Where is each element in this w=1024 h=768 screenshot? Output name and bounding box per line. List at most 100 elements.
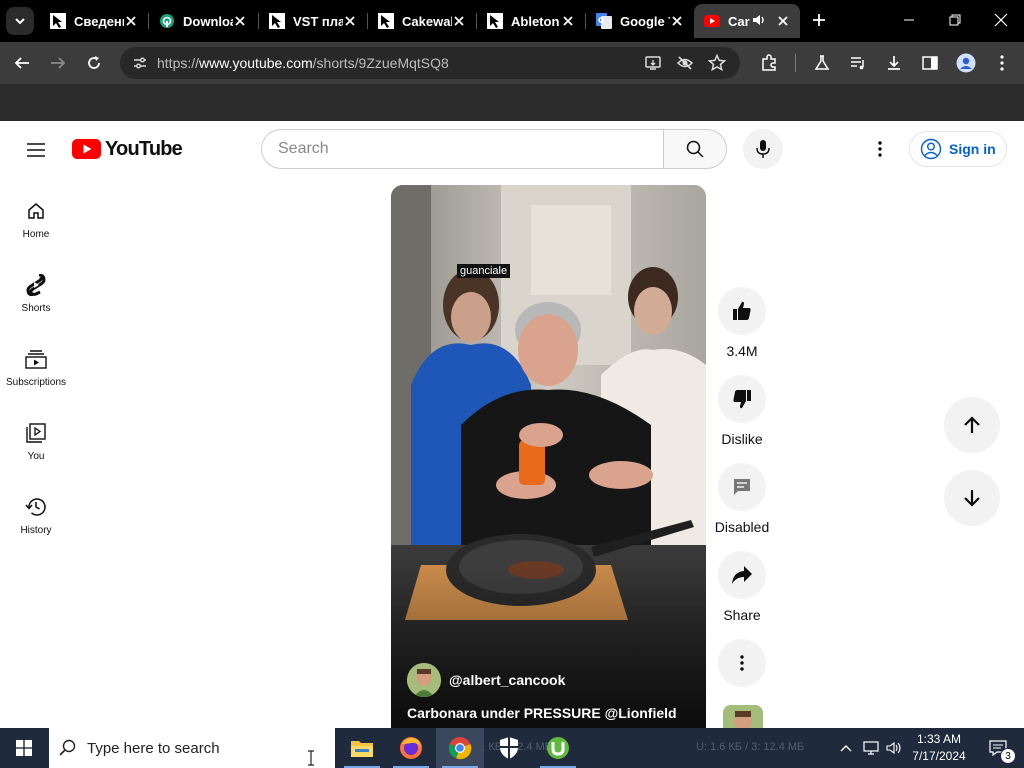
browser-tab[interactable]: Cakewalk [368,4,476,38]
close-tab-icon[interactable] [122,12,140,30]
like-circle[interactable] [718,287,766,335]
back-button[interactable] [8,49,36,77]
like-button[interactable]: 3.4M [706,287,778,359]
browser-tab[interactable]: G Google Translate [586,4,694,38]
taskbar-app-firefox[interactable] [387,728,435,768]
close-tab-icon[interactable] [668,12,686,30]
browser-menu-button[interactable] [988,49,1016,77]
labs-button[interactable] [808,49,836,77]
more-vertical-icon [740,655,744,671]
comments-button[interactable]: Disabled [706,463,778,535]
youtube-icon [704,13,720,29]
folder-icon [351,741,373,757]
search-button[interactable] [663,129,727,169]
restore-button[interactable] [932,0,978,40]
tab-title: Сведения [74,13,124,29]
arrow-left-icon [14,57,29,69]
site-settings-icon[interactable] [128,51,152,75]
tab-search-button[interactable] [6,7,34,35]
channel-handle[interactable]: @albert_cancook [449,672,565,688]
comments-label: Disabled [714,519,770,535]
next-short-button[interactable] [944,470,1000,526]
tracking-blocked-icon[interactable] [673,51,697,75]
windows-taskbar: Type here to search 7.1 КБ / 12.4 МБ U: … [0,728,1024,768]
notification-count-badge: 3 [1000,748,1016,764]
utorrent-icon [547,737,569,759]
sign-in-label: Sign in [949,141,996,157]
more-actions-circle[interactable] [718,639,766,687]
browser-tab[interactable]: Сведения [40,4,148,38]
guide-label: Shorts [21,303,51,314]
system-clock[interactable]: 1:33 AM 7/17/2024 [906,731,972,765]
action-center-button[interactable]: 3 [978,728,1018,768]
dislike-circle[interactable] [718,375,766,423]
more-actions-button[interactable] [706,639,778,687]
media-control-button[interactable] [844,49,872,77]
volume-button[interactable] [884,728,906,768]
clock-date: 7/17/2024 [912,749,966,763]
install-app-icon[interactable] [641,51,665,75]
address-bar[interactable]: https://www.youtube.com/shorts/9ZzueMqtS… [120,47,740,79]
browser-tab-active[interactable]: Carbonara [694,4,800,38]
guide-item-history[interactable]: History [0,481,72,555]
cursor-arrow-icon [378,13,394,29]
new-tab-button[interactable] [808,9,830,31]
youtube-logo[interactable]: YouTube [72,137,183,161]
bookmark-star-icon[interactable] [705,51,729,75]
close-tab-icon[interactable] [231,12,249,30]
taskbar-app-utorrent[interactable] [534,728,582,768]
sound-source-avatar[interactable] [723,705,763,728]
start-button[interactable] [0,728,48,768]
close-tab-icon[interactable] [774,12,792,30]
taskbar-search-box[interactable]: Type here to search [49,728,335,768]
speaker-icon[interactable] [752,13,766,30]
taskbar-app-security[interactable] [485,728,533,768]
search-input[interactable] [262,130,663,168]
restore-icon [949,14,961,26]
voice-search-button[interactable] [743,129,783,169]
downloads-button[interactable] [880,49,908,77]
profile-button[interactable] [952,49,980,77]
sign-in-button[interactable]: Sign in [909,131,1007,167]
close-tab-icon[interactable] [341,12,359,30]
minimize-button[interactable] [886,0,932,40]
shorts-video-player[interactable]: guanciale @albert_cancook Carbonara unde… [391,185,706,728]
youtube-logo-text: YouTube [105,137,183,160]
side-panel-button[interactable] [916,49,944,77]
channel-avatar[interactable] [407,663,441,697]
download-site-icon [159,13,175,29]
browser-tab[interactable]: Ableton [477,4,585,38]
browser-tab[interactable]: VST плагины [259,4,367,38]
thumbs-up-icon [733,301,751,320]
browser-tab[interactable]: Downloads [149,4,257,38]
guide-item-you[interactable]: You [0,407,72,481]
svg-text:G: G [598,16,605,25]
channel-info[interactable]: @albert_cancook [407,663,565,697]
tab-title: Ableton [511,13,560,29]
close-tab-icon[interactable] [450,12,468,30]
comments-circle[interactable] [718,463,766,511]
reload-button[interactable] [80,49,108,77]
settings-menu-button[interactable] [866,137,894,161]
taskbar-app-file-explorer[interactable] [338,728,386,768]
taskbar-app-chrome[interactable] [436,728,484,768]
previous-short-button[interactable] [944,397,1000,453]
video-title[interactable]: Carbonara under PRESSURE @Lionfield [407,705,677,721]
close-tab-icon[interactable] [559,12,577,30]
youtube-page: YouTube Sign in Home Shorts Subscription… [0,121,1024,728]
guide-menu-button[interactable] [24,138,48,162]
search-icon [686,140,704,158]
extensions-button[interactable] [755,49,783,77]
guide-item-shorts[interactable]: Shorts [0,259,72,333]
close-window-button[interactable] [978,0,1024,40]
guide-item-subscriptions[interactable]: Subscriptions [0,333,72,407]
close-icon [994,13,1008,27]
dislike-button[interactable]: Dislike [706,375,778,447]
show-hidden-icons-button[interactable] [836,728,856,768]
share-button[interactable]: Share [706,551,778,623]
forward-button[interactable] [44,49,72,77]
chevron-down-icon [15,18,25,25]
network-button[interactable] [860,728,882,768]
guide-item-home[interactable]: Home [0,185,72,259]
share-circle[interactable] [718,551,766,599]
